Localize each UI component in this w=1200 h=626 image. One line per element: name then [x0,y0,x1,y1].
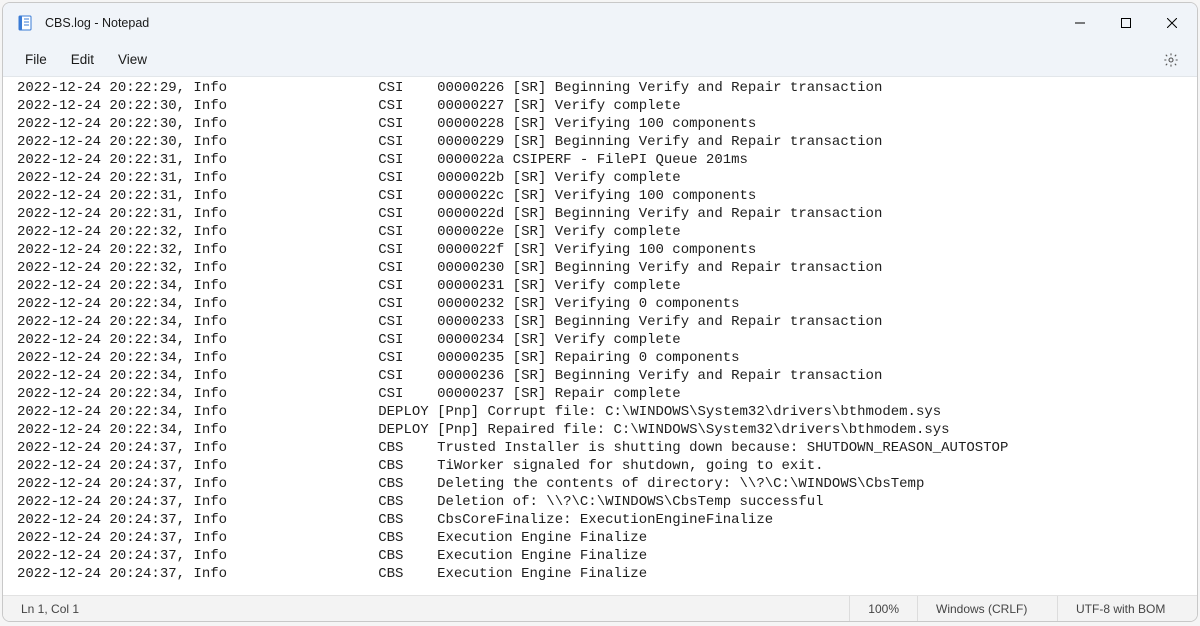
close-button[interactable] [1149,3,1195,43]
status-encoding: UTF-8 with BOM [1057,596,1197,621]
menu-edit[interactable]: Edit [59,46,106,73]
window-controls [1057,3,1195,43]
minimize-button[interactable] [1057,3,1103,43]
status-zoom[interactable]: 100% [849,596,917,621]
log-text-content[interactable]: 2022-12-24 20:22:29, Info CSI 00000226 [… [17,79,1197,583]
text-editor-area[interactable]: 2022-12-24 20:22:29, Info CSI 00000226 [… [3,77,1197,595]
notepad-app-icon [17,15,33,31]
status-bar: Ln 1, Col 1 100% Windows (CRLF) UTF-8 wi… [3,595,1197,621]
status-line-ending: Windows (CRLF) [917,596,1057,621]
maximize-button[interactable] [1103,3,1149,43]
settings-button[interactable] [1155,52,1187,68]
menu-file[interactable]: File [13,46,59,73]
title-bar[interactable]: CBS.log - Notepad [3,3,1197,43]
menu-bar: File Edit View [3,43,1197,77]
notepad-window: CBS.log - Notepad File Edit View [2,2,1198,622]
window-title: CBS.log - Notepad [45,16,149,30]
menu-view[interactable]: View [106,46,159,73]
status-cursor-position: Ln 1, Col 1 [3,602,849,616]
